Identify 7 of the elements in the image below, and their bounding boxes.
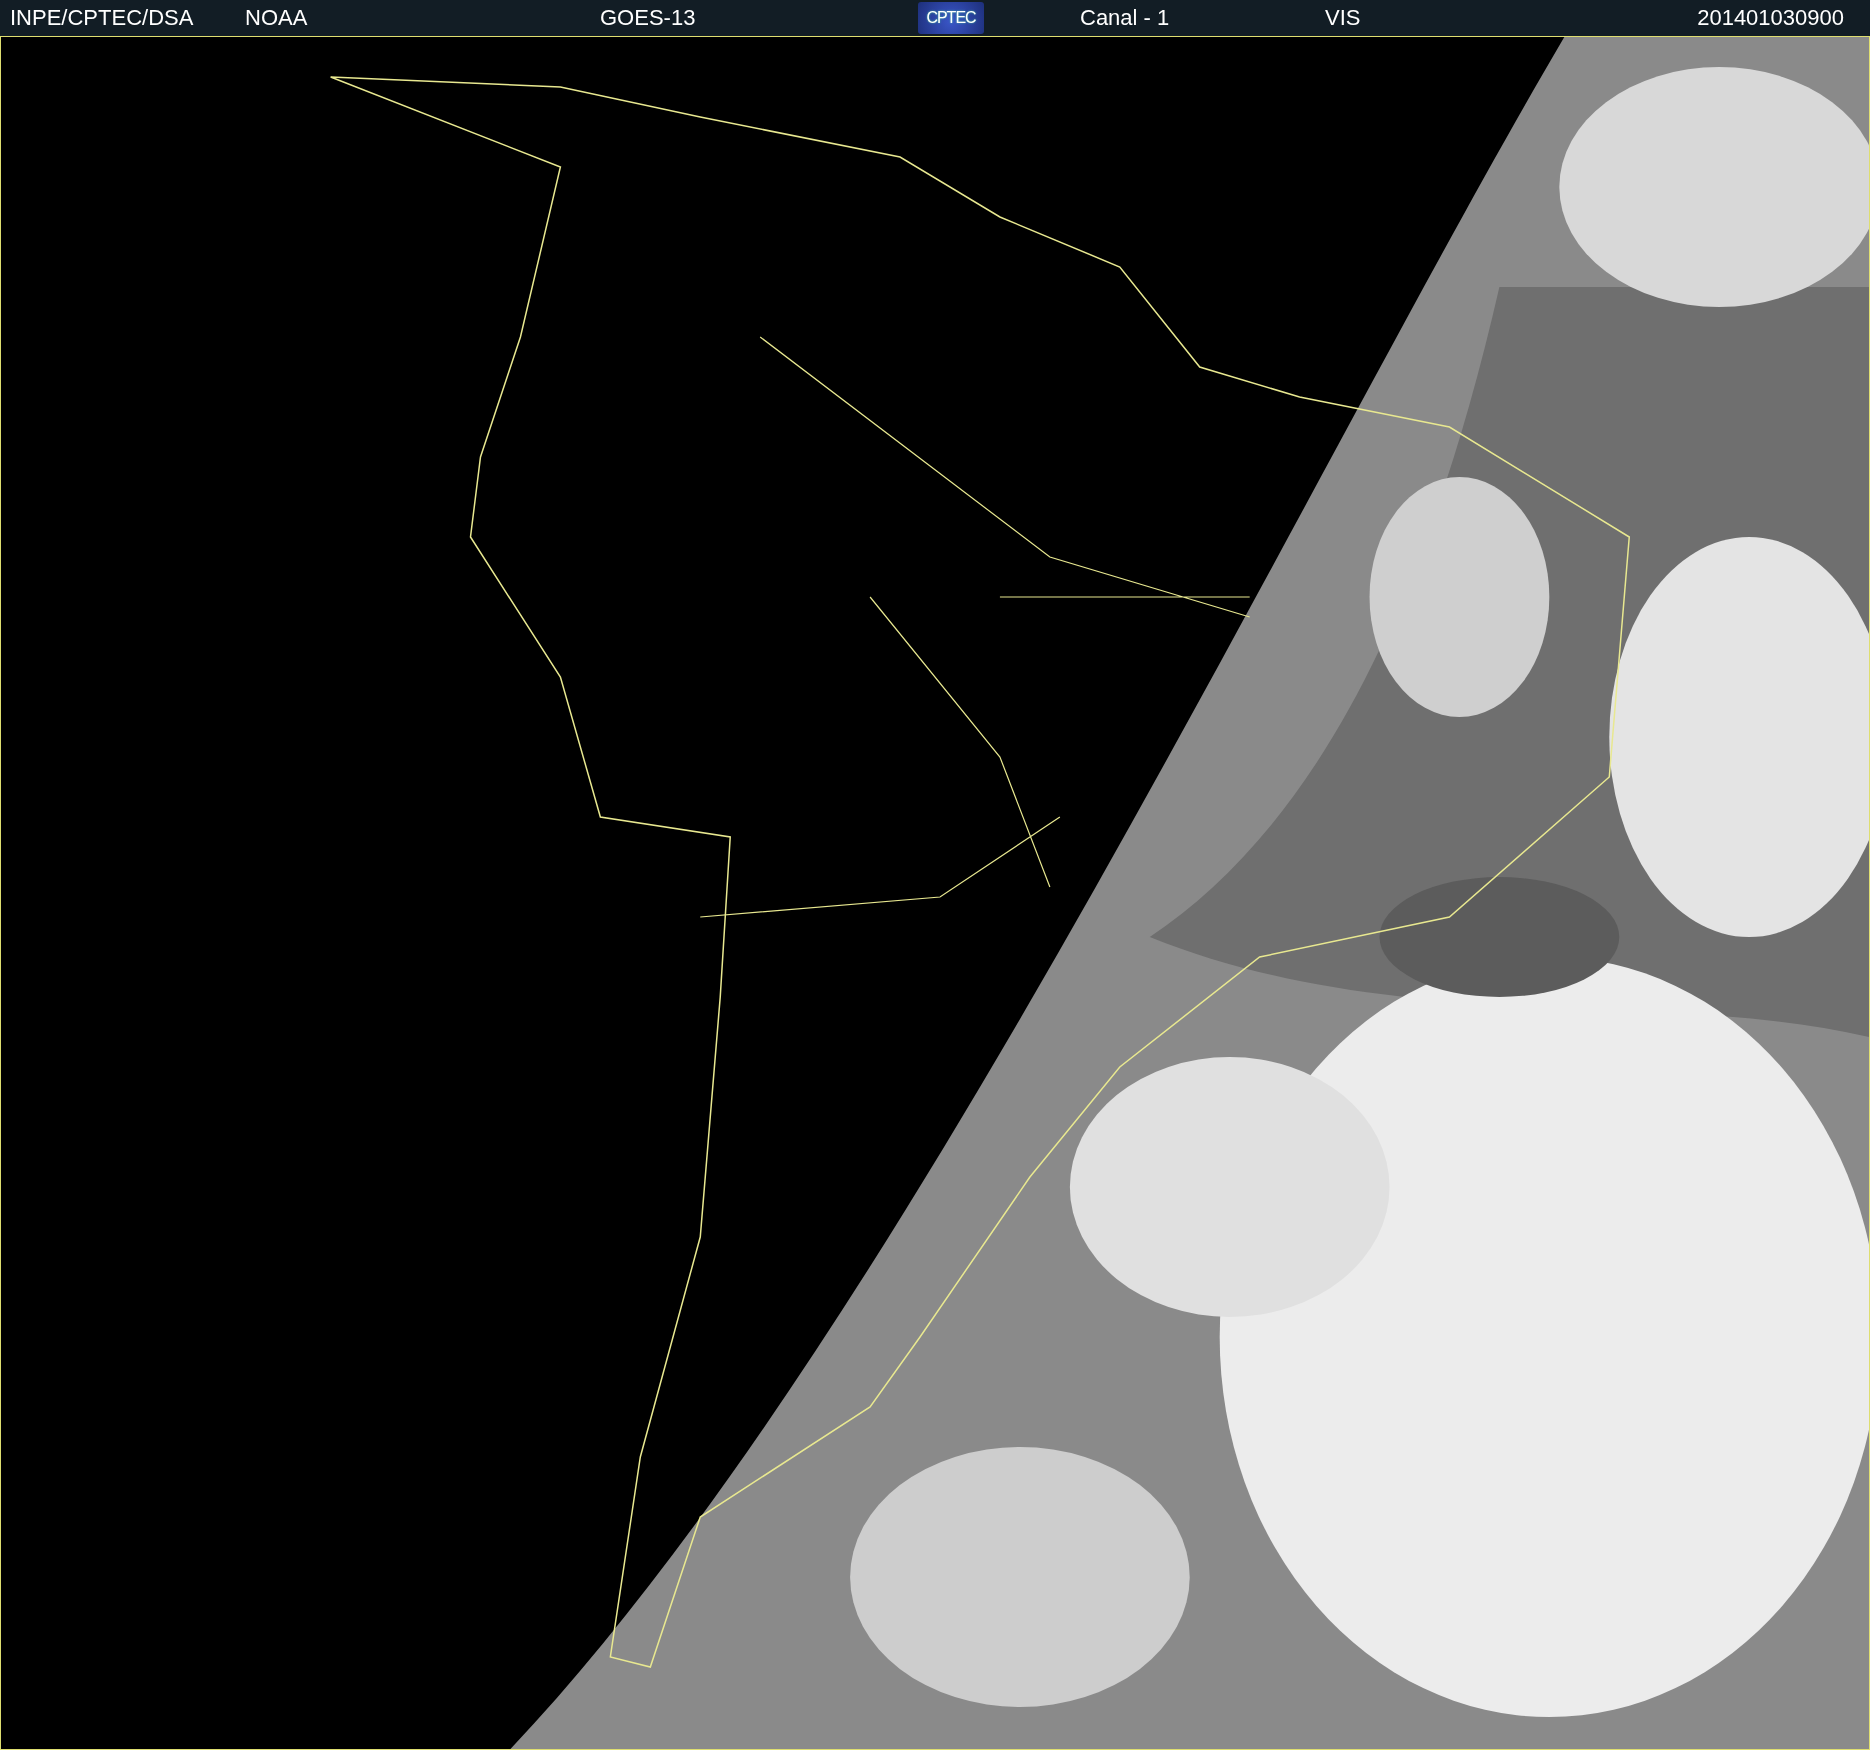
source-label: INPE/CPTEC/DSA: [10, 5, 195, 31]
logo: CPTEC: [918, 2, 984, 34]
band-label: VIS: [1325, 5, 1362, 31]
agency-label: NOAA: [245, 5, 309, 31]
timestamp-label: 201401030900: [1697, 5, 1844, 31]
channel-label: Canal - 1: [1080, 5, 1171, 31]
satellite-label: GOES-13: [600, 5, 697, 31]
